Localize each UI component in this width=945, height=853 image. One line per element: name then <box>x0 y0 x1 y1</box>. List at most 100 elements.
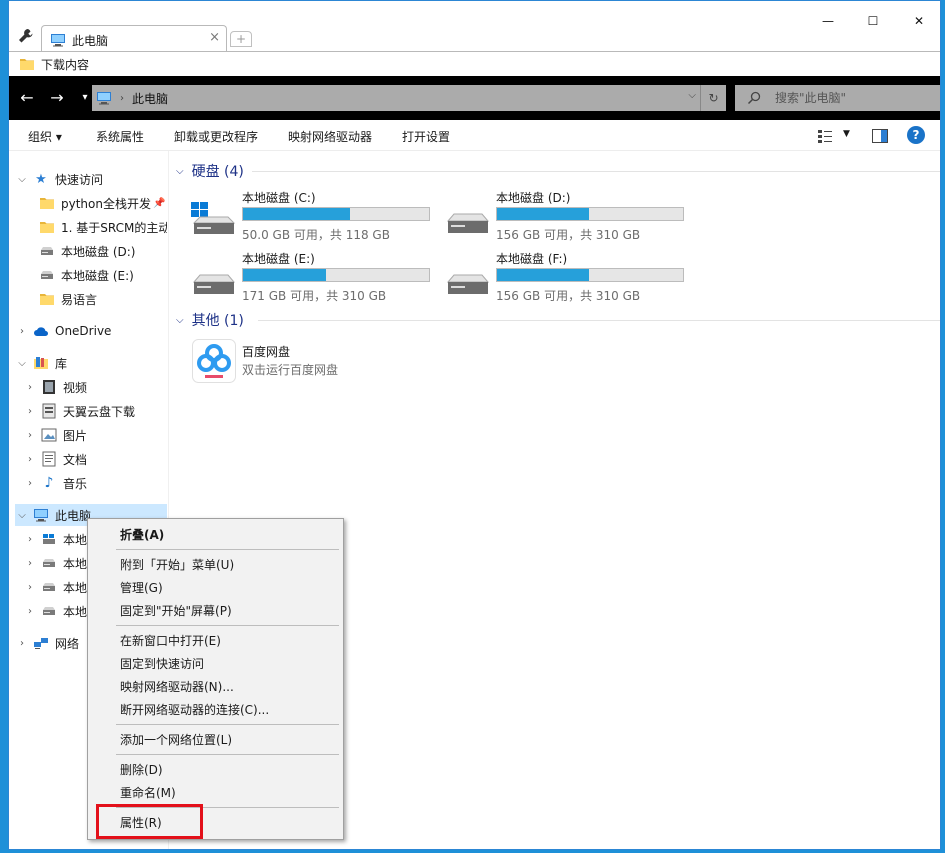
open-settings-button[interactable]: 打开设置 <box>402 128 450 145</box>
expanded-chevron-icon[interactable]: ⌵ <box>15 510 29 521</box>
group-header-drives[interactable]: ⌵ 硬盘 (4) <box>176 161 244 181</box>
sidebar-item-onedrive[interactable]: › OneDrive <box>15 320 167 342</box>
minimize-button[interactable]: — <box>813 9 843 33</box>
drive-space-info: 156 GB 可用，共 310 GB <box>496 289 641 303</box>
organize-button[interactable]: 组织 ▾ <box>28 128 62 145</box>
refresh-icon[interactable]: ↻ <box>700 85 726 111</box>
wrench-icon[interactable] <box>17 27 35 45</box>
sidebar-item-pictures[interactable]: › 图片 <box>23 424 167 446</box>
maximize-button[interactable]: ☐ <box>858 9 888 33</box>
sidebar-item-yiyuyan[interactable]: 易语言 <box>35 288 167 310</box>
menu-item-rename[interactable]: 重命名(M) <box>88 782 343 804</box>
drive-f[interactable]: 本地磁盘 (F:) 156 GB 可用，共 310 GB <box>444 250 694 306</box>
sidebar-item-label: 本地 <box>63 580 88 595</box>
sidebar-item-label: 网络 <box>55 636 80 651</box>
command-bar: 组织 ▾ 系统属性 卸载或更改程序 映射网络驱动器 打开设置 ▼ ? <box>9 120 940 151</box>
sidebar-item-srcm[interactable]: 1. 基于SRCM的主动 <box>35 216 167 238</box>
drive-name: 本地磁盘 (C:) <box>242 191 316 205</box>
forward-arrow-icon[interactable]: → <box>47 88 67 108</box>
sidebar-item-library[interactable]: ⌵ 库 <box>15 352 167 374</box>
video-icon <box>41 379 57 395</box>
collapsed-chevron-icon[interactable]: › <box>23 606 37 617</box>
menu-item-add-network-location[interactable]: 添加一个网络位置(L) <box>88 729 343 751</box>
view-options-icon[interactable] <box>817 128 833 144</box>
address-dropdown-icon[interactable]: ⌵ <box>688 90 696 101</box>
menu-item-disconnect-network-drive[interactable]: 断开网络驱动器的连接(C)... <box>88 699 343 721</box>
collapsed-chevron-icon[interactable]: › <box>23 406 37 417</box>
sidebar-item-label: 本地 <box>63 556 88 571</box>
sidebar-item-label: 文档 <box>63 452 88 467</box>
drive-usage-fill <box>497 269 590 281</box>
drive-usage-bar <box>242 207 430 221</box>
organize-label: 组织 <box>28 130 53 144</box>
collapsed-chevron-icon[interactable]: › <box>23 558 37 569</box>
search-input[interactable] <box>775 91 925 105</box>
collapsed-chevron-icon[interactable]: › <box>23 534 37 545</box>
collapsed-chevron-icon[interactable]: › <box>15 638 29 649</box>
collapse-chevron-icon: ⌵ <box>176 314 184 326</box>
folder-icon <box>39 291 55 307</box>
group-header-label: 硬盘 (4) <box>191 164 244 180</box>
library-icon <box>33 355 49 371</box>
sidebar-item-music[interactable]: › ♪ 音乐 <box>23 472 167 494</box>
sidebar-item-python[interactable]: python全栈开发 📌 <box>35 192 167 214</box>
collapsed-chevron-icon[interactable]: › <box>23 454 37 465</box>
search-icon <box>747 91 761 105</box>
sidebar-item-label: 本地磁盘 (D:) <box>61 244 136 259</box>
menu-item-pin-start-screen[interactable]: 固定到"开始"屏幕(P) <box>88 600 343 622</box>
system-properties-button[interactable]: 系统属性 <box>96 128 144 145</box>
sidebar-item-tianyi[interactable]: › 天翼云盘下载 <box>23 400 167 422</box>
view-dropdown-icon[interactable]: ▼ <box>843 129 850 139</box>
address-field[interactable]: › 此电脑 ⌵ <box>92 85 704 111</box>
drive-d[interactable]: 本地磁盘 (D:) 156 GB 可用，共 310 GB <box>444 189 694 245</box>
title-bar: 此电脑 × + — ☐ ✕ <box>9 1 940 51</box>
sidebar-item-label: 视频 <box>63 380 88 395</box>
bookmark-downloads[interactable]: 下载内容 <box>19 55 89 73</box>
sidebar-item-label: 图片 <box>63 428 88 443</box>
drive-c[interactable]: 本地磁盘 (C:) 50.0 GB 可用，共 118 GB <box>190 189 440 245</box>
tab-this-pc[interactable]: 此电脑 × <box>41 25 227 51</box>
sidebar-item-drive-d[interactable]: 本地磁盘 (D:) <box>35 240 167 262</box>
menu-item-properties[interactable]: 属性(R) <box>88 812 343 834</box>
tab-close-icon[interactable]: × <box>209 30 220 45</box>
drive-e[interactable]: 本地磁盘 (E:) 171 GB 可用，共 310 GB <box>190 250 440 306</box>
breadcrumb-this-pc[interactable]: 此电脑 <box>132 90 168 107</box>
sidebar-item-quick-access[interactable]: ⌵ ★ 快速访问 <box>15 168 167 190</box>
sidebar-item-documents[interactable]: › 文档 <box>23 448 167 470</box>
computer-icon <box>96 90 112 106</box>
sidebar-item-label: 本地磁盘 (E:) <box>61 268 134 283</box>
help-icon[interactable]: ? <box>907 126 925 144</box>
drive-name: 本地磁盘 (E:) <box>242 252 315 266</box>
menu-item-map-network-drive[interactable]: 映射网络驱动器(N)... <box>88 676 343 698</box>
menu-item-collapse[interactable]: 折叠(A) <box>88 524 343 546</box>
expanded-chevron-icon[interactable]: ⌵ <box>15 358 29 369</box>
menu-item-open-new-window[interactable]: 在新窗口中打开(E) <box>88 630 343 652</box>
map-network-drive-button[interactable]: 映射网络驱动器 <box>288 128 372 145</box>
star-icon: ★ <box>35 171 47 187</box>
collapsed-chevron-icon[interactable]: › <box>23 382 37 393</box>
menu-item-delete[interactable]: 删除(D) <box>88 759 343 781</box>
menu-item-pin-quick-access[interactable]: 固定到快速访问 <box>88 653 343 675</box>
drive-usage-bar <box>242 268 430 282</box>
collapsed-chevron-icon[interactable]: › <box>15 326 29 337</box>
uninstall-program-button[interactable]: 卸载或更改程序 <box>174 128 258 145</box>
sidebar-item-drive-e[interactable]: 本地磁盘 (E:) <box>35 264 167 286</box>
sidebar-item-label: 1. 基于SRCM的主动 <box>61 220 167 235</box>
sidebar-item-label: 本地 <box>63 604 88 619</box>
sidebar-item-videos[interactable]: › 视频 <box>23 376 167 398</box>
collapsed-chevron-icon[interactable]: › <box>23 582 37 593</box>
preview-pane-icon[interactable] <box>872 129 888 143</box>
menu-separator <box>116 625 339 626</box>
app-baidu-netdisk[interactable]: 百度网盘 双击运行百度网盘 <box>190 339 440 389</box>
organize-caret-icon: ▾ <box>55 130 62 144</box>
menu-item-pin-start-menu[interactable]: 附到「开始」菜单(U) <box>88 554 343 576</box>
menu-item-manage[interactable]: 管理(G) <box>88 577 343 599</box>
new-tab-button[interactable]: + <box>230 31 252 47</box>
group-header-other[interactable]: ⌵ 其他 (1) <box>176 310 244 330</box>
back-arrow-icon[interactable]: ← <box>17 88 37 108</box>
collapse-chevron-icon: ⌵ <box>176 165 184 177</box>
collapsed-chevron-icon[interactable]: › <box>23 430 37 441</box>
collapsed-chevron-icon[interactable]: › <box>23 478 37 489</box>
close-button[interactable]: ✕ <box>904 9 934 33</box>
expanded-chevron-icon[interactable]: ⌵ <box>15 174 29 185</box>
